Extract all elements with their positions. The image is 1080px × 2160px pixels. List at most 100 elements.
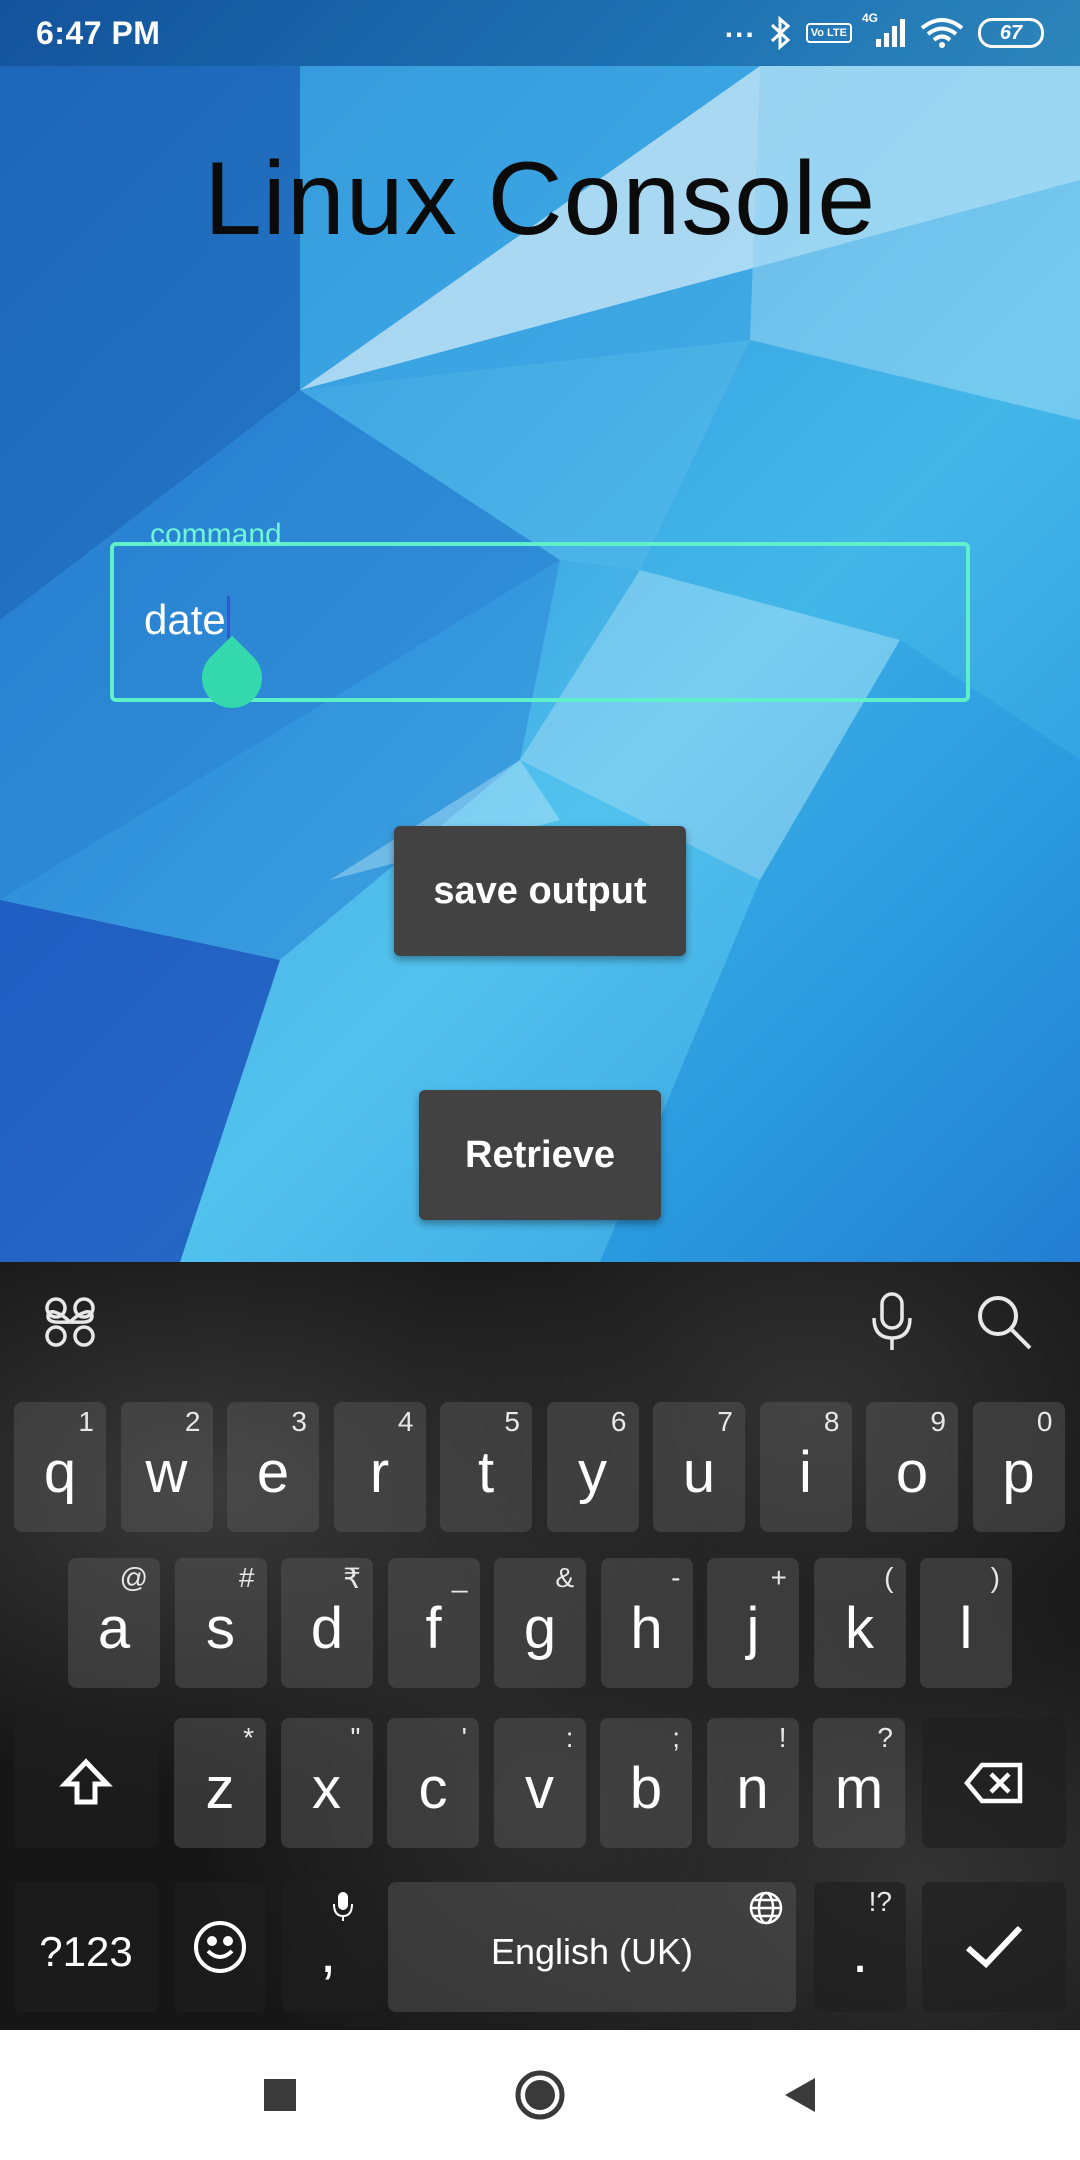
key-label: u bbox=[682, 1439, 716, 1505]
navigation-bar bbox=[0, 2030, 1080, 2160]
key-z[interactable]: z * bbox=[174, 1718, 266, 1848]
space-bar-label: English (UK) bbox=[490, 1931, 694, 1972]
key-g[interactable]: g & bbox=[494, 1558, 586, 1688]
symbols-key[interactable]: ?123 bbox=[14, 1882, 158, 2012]
period-key[interactable]: . !? bbox=[814, 1882, 906, 2012]
key-hint: 9 bbox=[930, 1406, 946, 1437]
key-b[interactable]: b; bbox=[600, 1718, 692, 1848]
key-hint: : bbox=[565, 1722, 574, 1753]
shift-key[interactable] bbox=[14, 1718, 158, 1848]
key-n[interactable]: n! bbox=[706, 1718, 799, 1848]
command-field-label: command bbox=[142, 518, 290, 552]
voice-input-icon[interactable] bbox=[860, 1290, 924, 1354]
back-button[interactable] bbox=[770, 2065, 830, 2125]
key-v[interactable]: v: bbox=[493, 1718, 586, 1848]
wifi-icon bbox=[920, 17, 964, 49]
key-l[interactable]: l) bbox=[920, 1558, 1012, 1688]
key-f[interactable]: f _ bbox=[387, 1558, 480, 1688]
key-s[interactable]: s # bbox=[174, 1558, 267, 1688]
mic-hint-icon bbox=[332, 1890, 354, 1929]
retrieve-button[interactable]: Retrieve bbox=[419, 1090, 661, 1220]
key-hint: 2 bbox=[184, 1406, 201, 1437]
key-label: f bbox=[425, 1595, 442, 1661]
key-hint: ' bbox=[461, 1722, 467, 1753]
command-input[interactable]: date bbox=[144, 596, 230, 644]
key-o[interactable]: o9 bbox=[866, 1402, 958, 1532]
command-input-value: date bbox=[144, 596, 226, 643]
key-d[interactable]: d ₹ bbox=[281, 1558, 373, 1688]
backspace-icon bbox=[964, 1762, 1023, 1804]
key-label: o bbox=[895, 1439, 929, 1505]
key-hint: 0 bbox=[1036, 1406, 1053, 1437]
status-bar: 6:47 PM ... Vo LTE 4G 67 bbox=[0, 0, 1080, 66]
enter-key[interactable] bbox=[922, 1882, 1066, 2012]
key-j[interactable]: j + bbox=[707, 1558, 799, 1688]
key-h[interactable]: h- bbox=[600, 1558, 693, 1688]
app-screen: 6:47 PM ... Vo LTE 4G 67 Linux Console c… bbox=[0, 0, 1080, 1262]
recents-button[interactable] bbox=[250, 2065, 310, 2125]
key-label: z bbox=[205, 1755, 235, 1821]
checkmark-icon bbox=[966, 1925, 1023, 1969]
key-hint: ? bbox=[877, 1722, 893, 1753]
key-i[interactable]: i8 bbox=[759, 1402, 852, 1532]
key-label: e bbox=[256, 1439, 290, 1505]
page-title: Linux Console bbox=[203, 141, 877, 257]
key-hint: @ bbox=[119, 1562, 148, 1593]
key-hint: " bbox=[350, 1722, 361, 1753]
more-notifications-icon: ... bbox=[724, 11, 756, 44]
key-label: k bbox=[845, 1595, 874, 1661]
key-y[interactable]: y6 bbox=[546, 1402, 639, 1532]
keyboard-menu-icon[interactable] bbox=[38, 1290, 102, 1354]
key-label: i bbox=[799, 1439, 812, 1505]
key-p[interactable]: p0 bbox=[972, 1402, 1065, 1532]
command-field[interactable]: command date bbox=[110, 518, 970, 721]
comma-key[interactable]: , bbox=[282, 1882, 374, 2012]
key-hint: 1 bbox=[78, 1406, 94, 1437]
space-bar[interactable]: English (UK) bbox=[388, 1882, 796, 2012]
key-r[interactable]: r4 bbox=[333, 1402, 426, 1532]
key-a[interactable]: a @ bbox=[68, 1558, 160, 1688]
text-cursor bbox=[226, 596, 230, 642]
key-label: w bbox=[145, 1439, 188, 1505]
key-hint: ( bbox=[884, 1562, 894, 1593]
emoji-key[interactable] bbox=[174, 1882, 266, 2012]
key-hint: * bbox=[243, 1722, 254, 1753]
shift-icon bbox=[59, 1758, 113, 1805]
status-icons: ... Vo LTE 4G 67 bbox=[725, 11, 1044, 50]
period-key-label: . bbox=[851, 1919, 869, 1985]
key-hint: ) bbox=[990, 1562, 1000, 1593]
key-e[interactable]: e3 bbox=[227, 1402, 319, 1532]
key-hint: 6 bbox=[610, 1406, 627, 1437]
signal-icon: 4G bbox=[862, 11, 906, 49]
globe-icon bbox=[748, 1890, 784, 1933]
key-q[interactable]: q1 bbox=[14, 1402, 106, 1532]
key-label: p bbox=[1002, 1439, 1035, 1505]
key-c[interactable]: c ' bbox=[387, 1718, 479, 1848]
battery-icon: 67 bbox=[978, 18, 1044, 48]
key-u[interactable]: u7 bbox=[653, 1402, 745, 1532]
key-t[interactable]: t5 bbox=[440, 1402, 532, 1532]
key-label: a bbox=[97, 1595, 131, 1661]
key-label: d bbox=[310, 1595, 344, 1661]
key-hint: ! bbox=[778, 1722, 787, 1753]
home-button[interactable] bbox=[510, 2065, 570, 2125]
key-label: l bbox=[959, 1595, 973, 1661]
keyboard: q 1 w 2 e 3 r 4 t 5 y 6 u 7 i 8 o 9 p 0 a @ s # d ₹ f _ g & h - j + k(l) z *… bbox=[0, 1262, 1080, 2030]
key-w[interactable]: w2 bbox=[120, 1402, 213, 1532]
back-triangle-icon bbox=[785, 2078, 815, 2112]
key-x[interactable]: x " bbox=[280, 1718, 373, 1848]
key-label: y bbox=[578, 1439, 607, 1505]
key-k[interactable]: k( bbox=[813, 1558, 906, 1688]
save-output-button[interactable]: save output bbox=[394, 826, 686, 956]
volte-icon: Vo LTE bbox=[805, 23, 852, 43]
backspace-key[interactable] bbox=[922, 1718, 1066, 1848]
key-label: v bbox=[525, 1755, 554, 1821]
status-time: 6:47 PM bbox=[36, 14, 161, 51]
circle-icon bbox=[515, 2070, 565, 2120]
key-m[interactable]: m? bbox=[813, 1718, 905, 1848]
square-icon bbox=[264, 2079, 296, 2111]
key-label: j bbox=[746, 1595, 760, 1661]
key-hint: ; bbox=[672, 1722, 680, 1753]
search-icon[interactable] bbox=[972, 1290, 1036, 1354]
bluetooth-icon bbox=[770, 16, 792, 50]
